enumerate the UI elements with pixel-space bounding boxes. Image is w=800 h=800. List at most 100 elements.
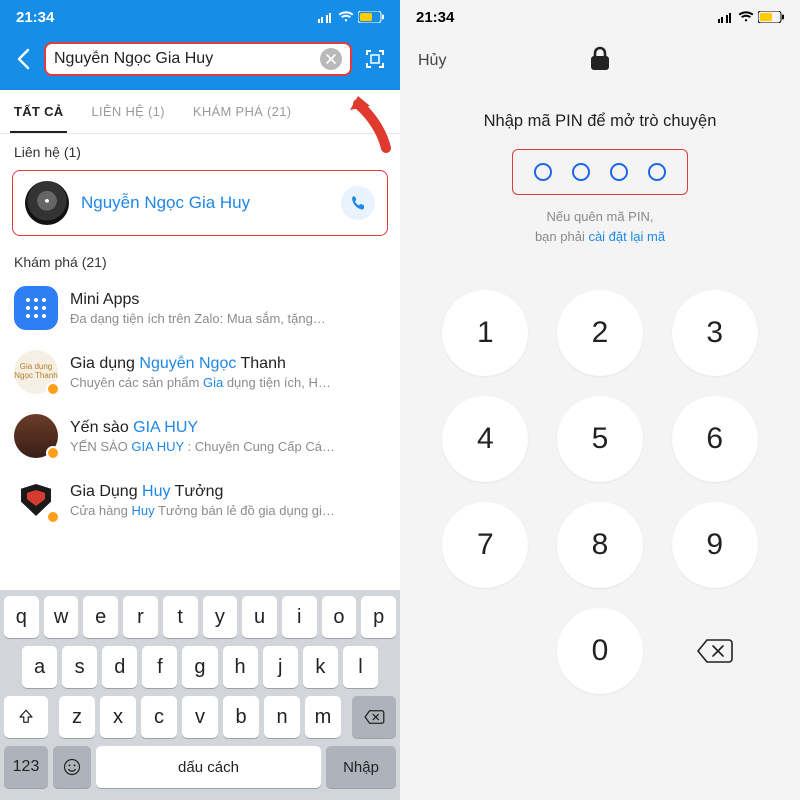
- list-item[interactable]: Gia dụngNgọc Thanh Gia dụng Nguyễn Ngọc …: [0, 340, 400, 404]
- key-j[interactable]: j: [263, 646, 298, 688]
- avatar: [14, 478, 58, 522]
- key-z[interactable]: z: [59, 696, 95, 738]
- numkey-7[interactable]: 7: [442, 502, 528, 588]
- status-icons: [718, 11, 784, 23]
- key-q[interactable]: q: [4, 596, 39, 638]
- numkey-delete[interactable]: [672, 608, 758, 694]
- pin-screen: 21:34 Hủy Nhập mã PIN để mở trò chuyện N…: [400, 0, 800, 800]
- status-icons: [318, 11, 384, 23]
- search-header: [0, 34, 400, 90]
- numkey-5[interactable]: 5: [557, 396, 643, 482]
- keyboard-row: 123 dấu cách Nhập: [4, 746, 396, 788]
- key-u[interactable]: u: [242, 596, 277, 638]
- cancel-button[interactable]: Hủy: [418, 52, 446, 70]
- list-item[interactable]: Mini Apps Đa dạng tiện ích trên Zalo: Mu…: [0, 276, 400, 340]
- wifi-icon: [738, 11, 754, 23]
- tab-contacts[interactable]: LIÊN HỆ (1): [77, 90, 178, 133]
- tab-all[interactable]: TẤT CẢ: [0, 90, 77, 133]
- back-button[interactable]: [10, 41, 36, 77]
- list-item[interactable]: Gia Dụng Huy Tưởng Cửa hàng Huy Tưởng bá…: [0, 468, 400, 532]
- key-a[interactable]: a: [22, 646, 57, 688]
- search-input[interactable]: [54, 50, 320, 68]
- key-t[interactable]: t: [163, 596, 198, 638]
- qr-icon: [363, 47, 387, 71]
- key-v[interactable]: v: [182, 696, 218, 738]
- key-emoji[interactable]: [53, 746, 91, 788]
- key-l[interactable]: l: [343, 646, 378, 688]
- avatar: [14, 286, 58, 330]
- backspace-icon: [695, 637, 735, 665]
- section-discover-title: Khám phá (21): [0, 244, 400, 276]
- numpad: 1 2 3 4 5 6 7 8 9 0: [400, 290, 800, 694]
- key-numbers[interactable]: 123: [4, 746, 48, 788]
- contact-name: Nguyễn Ngọc Gia Huy: [81, 193, 250, 213]
- key-r[interactable]: r: [123, 596, 158, 638]
- pin-dot: [572, 163, 590, 181]
- avatar: Gia dụngNgọc Thanh: [14, 350, 58, 394]
- call-button[interactable]: [341, 186, 375, 220]
- key-shift[interactable]: [4, 696, 48, 738]
- key-e[interactable]: e: [83, 596, 118, 638]
- search-tabs: TẤT CẢ LIÊN HỆ (1) KHÁM PHÁ (21): [0, 90, 400, 134]
- key-c[interactable]: c: [141, 696, 177, 738]
- numkey-4[interactable]: 4: [442, 396, 528, 482]
- search-screen: 21:34 TẤT CẢ LIÊN HỆ (1) KHÁM PHÁ (21) L…: [0, 0, 400, 800]
- qr-scan-button[interactable]: [360, 41, 390, 77]
- item-subtitle: YẾN SÀO GIA HUY : Chuyên Cung Cấp Cá…: [70, 439, 386, 454]
- key-k[interactable]: k: [303, 646, 338, 688]
- section-contacts-title: Liên hệ (1): [0, 134, 400, 166]
- shift-icon: [17, 708, 35, 726]
- item-subtitle: Cửa hàng Huy Tưởng bán lẻ đồ gia dụng gi…: [70, 503, 386, 518]
- list-item[interactable]: Yến sào GIA HUY YẾN SÀO GIA HUY : Chuyên…: [0, 404, 400, 468]
- reset-pin-link[interactable]: cài đặt lại mã: [588, 229, 665, 244]
- key-h[interactable]: h: [223, 646, 258, 688]
- key-backspace[interactable]: [352, 696, 396, 738]
- backspace-icon: [363, 709, 385, 725]
- numkey-3[interactable]: 3: [672, 290, 758, 376]
- tab-discover[interactable]: KHÁM PHÁ (21): [179, 90, 306, 133]
- status-bar: 21:34: [400, 0, 800, 34]
- key-w[interactable]: w: [44, 596, 79, 638]
- emoji-icon: [62, 757, 82, 777]
- avatar: [25, 181, 69, 225]
- key-f[interactable]: f: [142, 646, 177, 688]
- status-time: 21:34: [16, 9, 54, 26]
- discover-list: Mini Apps Đa dạng tiện ích trên Zalo: Mu…: [0, 276, 400, 532]
- pin-dot: [534, 163, 552, 181]
- key-y[interactable]: y: [203, 596, 238, 638]
- item-title: Gia Dụng Huy Tưởng: [70, 483, 386, 501]
- battery-icon: [358, 11, 384, 23]
- pin-input[interactable]: [512, 149, 688, 195]
- key-space[interactable]: dấu cách: [96, 746, 321, 788]
- key-n[interactable]: n: [264, 696, 300, 738]
- keyboard-row: a s d f g h j k l: [4, 646, 396, 688]
- key-i[interactable]: i: [282, 596, 317, 638]
- numkey-6[interactable]: 6: [672, 396, 758, 482]
- key-s[interactable]: s: [62, 646, 97, 688]
- key-x[interactable]: x: [100, 696, 136, 738]
- numkey-1[interactable]: 1: [442, 290, 528, 376]
- keyboard: q w e r t y u i o p a s d f g h j k l z …: [0, 590, 400, 800]
- pin-header: Hủy: [400, 34, 800, 76]
- key-enter[interactable]: Nhập: [326, 746, 396, 788]
- keyboard-row: q w e r t y u i o p: [4, 596, 396, 638]
- key-o[interactable]: o: [322, 596, 357, 638]
- key-b[interactable]: b: [223, 696, 259, 738]
- chevron-left-icon: [16, 48, 30, 70]
- battery-icon: [758, 11, 784, 23]
- pin-title: Nhập mã PIN để mở trò chuyện: [400, 112, 800, 131]
- clear-search-button[interactable]: [320, 48, 342, 70]
- item-title: Gia dụng Nguyễn Ngọc Thanh: [70, 355, 386, 373]
- numkey-2[interactable]: 2: [557, 290, 643, 376]
- contact-result[interactable]: Nguyễn Ngọc Gia Huy: [12, 170, 388, 236]
- status-time: 21:34: [416, 9, 454, 26]
- search-box[interactable]: [44, 42, 352, 76]
- key-p[interactable]: p: [361, 596, 396, 638]
- key-d[interactable]: d: [102, 646, 137, 688]
- key-m[interactable]: m: [305, 696, 341, 738]
- key-g[interactable]: g: [182, 646, 217, 688]
- numkey-0[interactable]: 0: [557, 608, 643, 694]
- numkey-9[interactable]: 9: [672, 502, 758, 588]
- item-title: Yến sào GIA HUY: [70, 419, 386, 437]
- numkey-8[interactable]: 8: [557, 502, 643, 588]
